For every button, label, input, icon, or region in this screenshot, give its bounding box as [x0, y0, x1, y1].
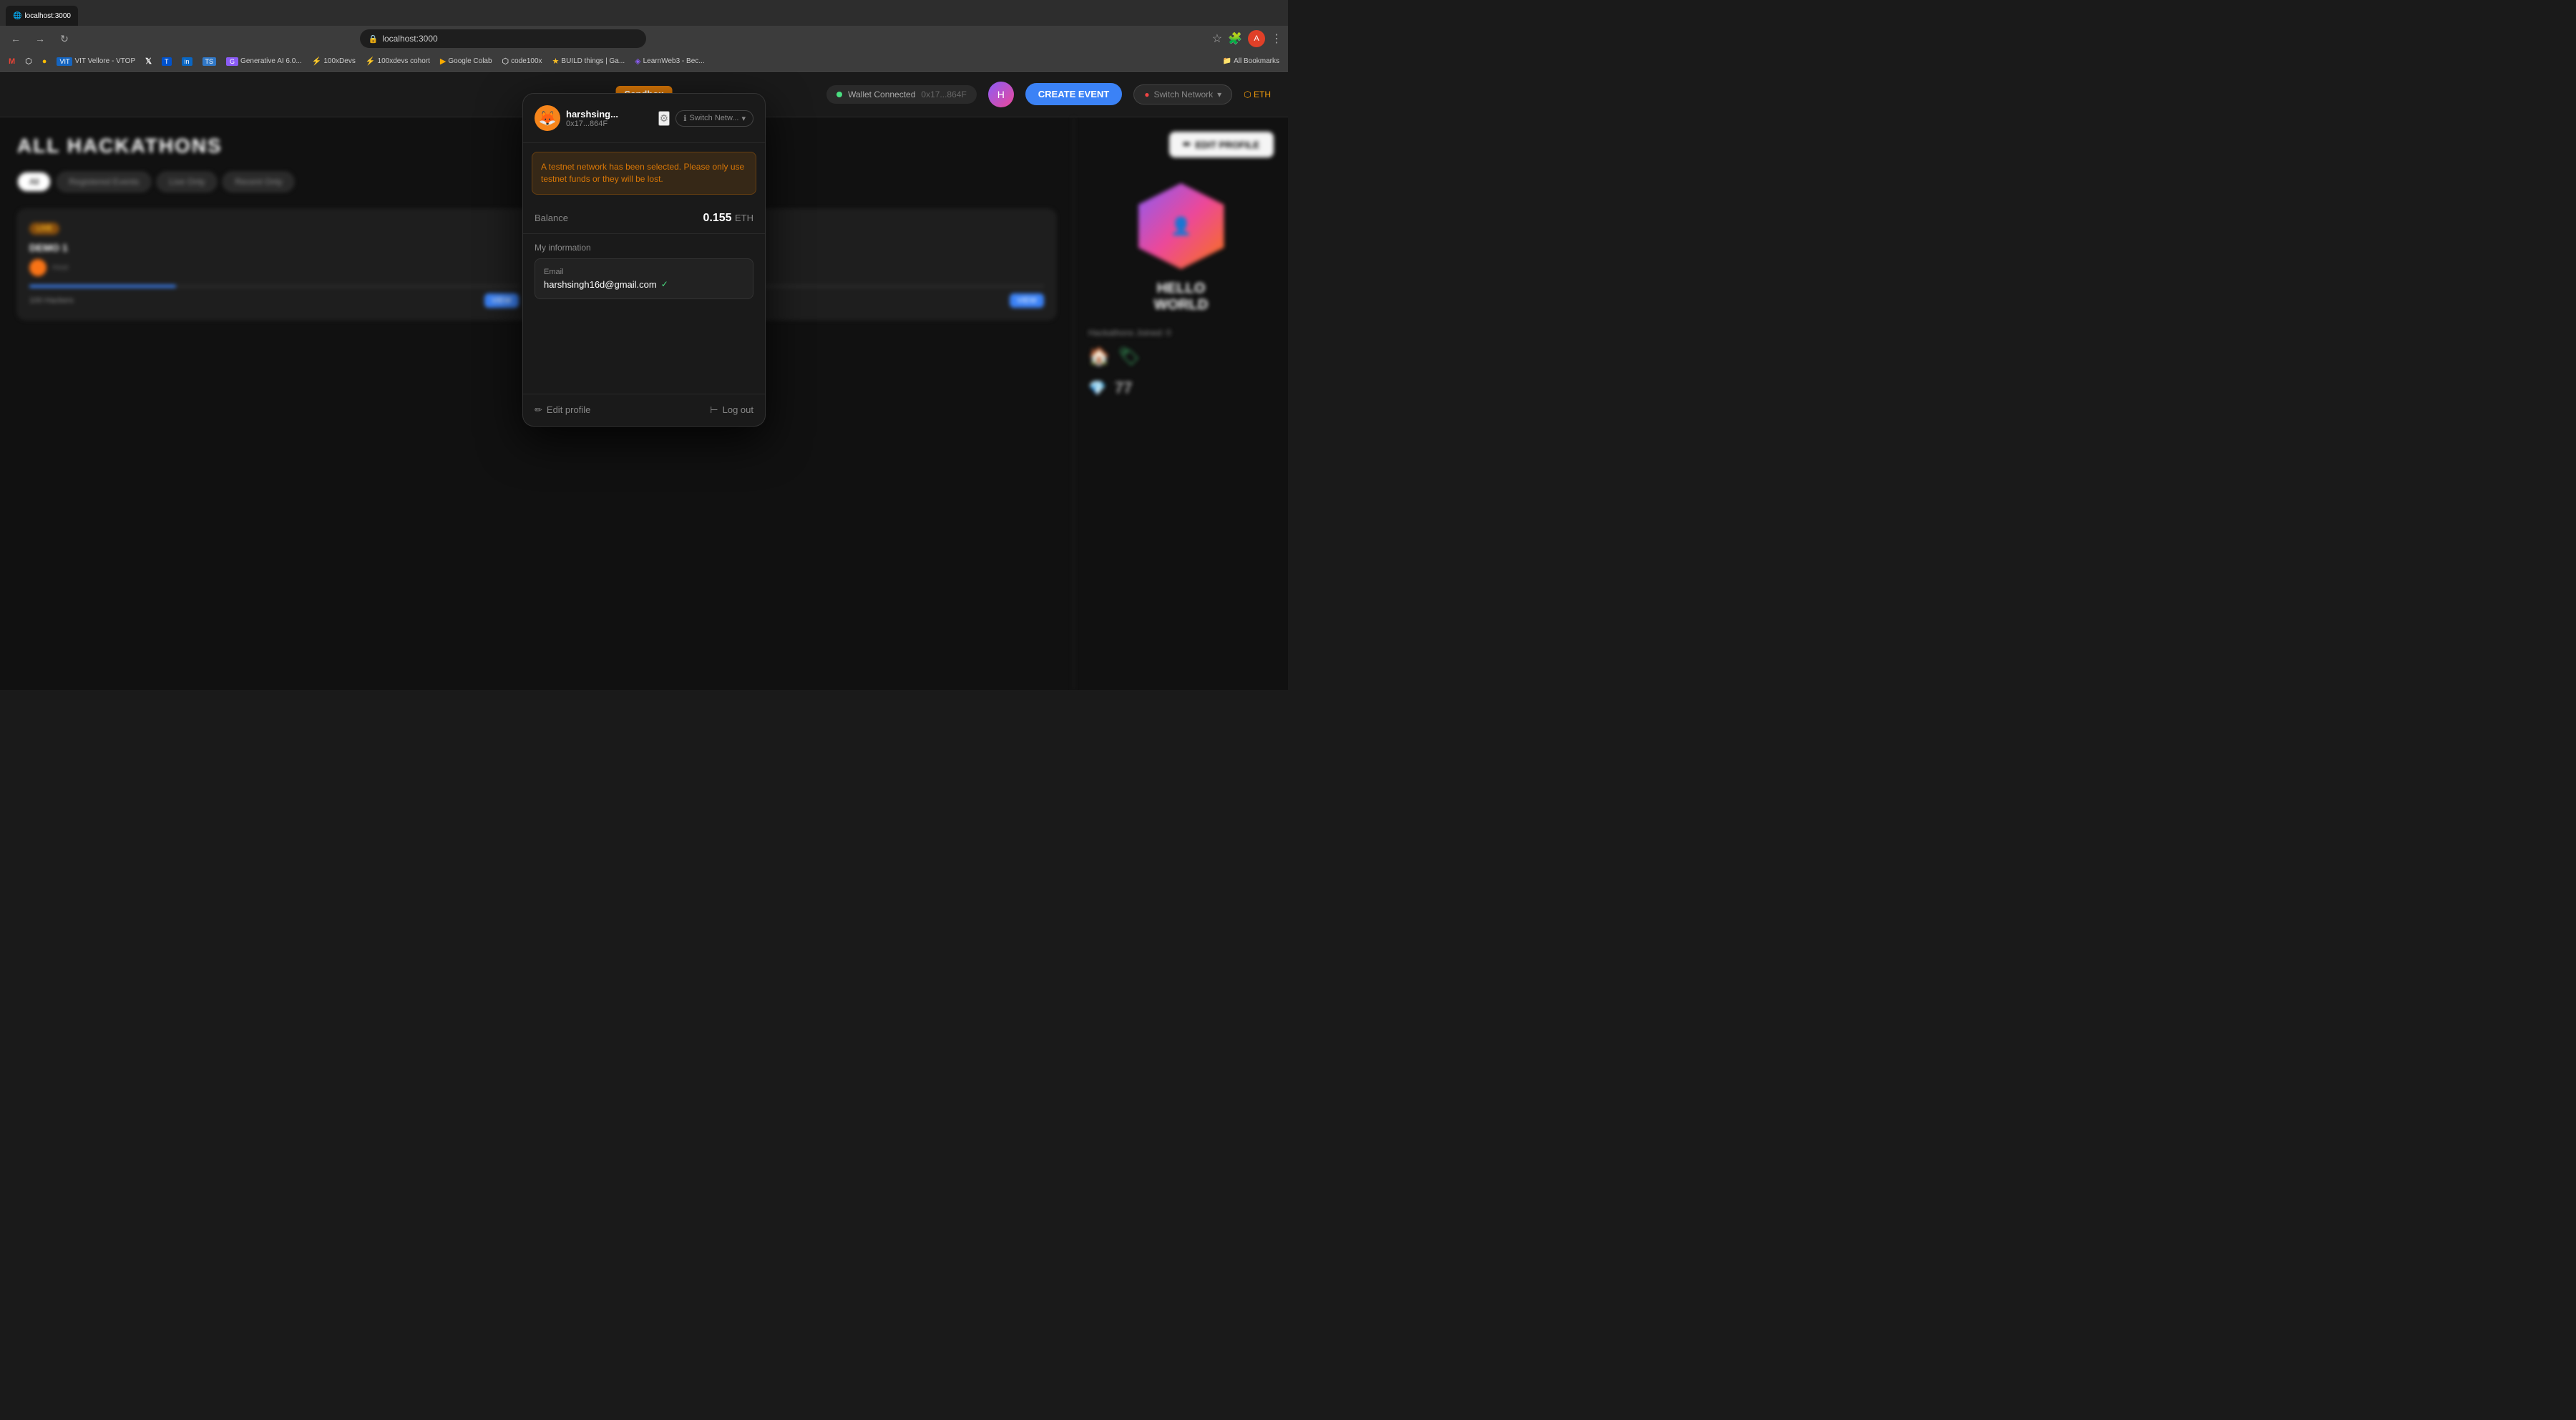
- balance-currency-text: ETH: [735, 213, 753, 223]
- bookmark-gmail[interactable]: M: [6, 56, 18, 67]
- edit-profile-link[interactable]: ✏ Edit profile: [535, 404, 590, 416]
- bookmark-twitter[interactable]: 𝕏: [142, 55, 155, 67]
- tab-label: localhost:3000: [24, 12, 71, 20]
- email-value-row: harshsingh16d@gmail.com ✓: [544, 279, 744, 290]
- browser-toolbar: ← → ↻ 🔒 localhost:3000 ☆ 🧩 A ⋮: [0, 26, 1288, 52]
- all-bookmarks-btn[interactable]: 📁 All Bookmarks: [1220, 56, 1282, 67]
- bookmark-code100x[interactable]: ⬡ code100x: [499, 55, 545, 67]
- bookmark-colab[interactable]: ▶ Google Colab: [437, 55, 495, 67]
- app-content: Wallet Connected 0x17...864F H CREATE EV…: [0, 72, 1288, 690]
- lock-icon: 🔒: [369, 34, 379, 44]
- testnet-warning: A testnet network has been selected. Ple…: [532, 152, 756, 195]
- chevron-down-icon: ▾: [741, 114, 746, 123]
- logout-icon: ⊢: [710, 404, 718, 416]
- account-address: 0x17...864F: [566, 120, 618, 128]
- switch-network-label: Switch Netw...: [689, 114, 738, 122]
- browser-chrome: 🌐 localhost:3000 ← → ↻ 🔒 localhost:3000 …: [0, 0, 1288, 72]
- bookmark-cohort[interactable]: ⚡ 100xdevs cohort: [363, 55, 433, 67]
- bookmark-github[interactable]: ⬡: [22, 55, 35, 67]
- popup-empty-space: [523, 308, 765, 394]
- balance-value: 0.155: [703, 212, 732, 224]
- verified-icon: ✓: [661, 279, 668, 289]
- bookmark-build[interactable]: ★ BUILD things | Ga...: [550, 55, 628, 67]
- bookmark-learnweb3[interactable]: ◈ LearnWeb3 - Bec...: [632, 55, 707, 67]
- refresh-button[interactable]: ↻: [54, 29, 74, 49]
- more-options-icon[interactable]: ⋮: [1271, 31, 1282, 46]
- bookmark-typescript[interactable]: TS: [200, 56, 220, 67]
- pencil-icon: ✏: [535, 404, 542, 416]
- settings-icon-btn[interactable]: ⚙: [658, 111, 670, 126]
- popup-account: 🦊 harshsing... 0x17...864F: [535, 105, 618, 131]
- account-name: harshsing...: [566, 109, 618, 120]
- popup-my-info: My information Email harshsingh16d@gmail…: [523, 234, 765, 308]
- bookmark-bar: M ⬡ ● VIT VIT Vellore - VTOP 𝕏 T in TS G…: [0, 52, 1288, 72]
- forward-button[interactable]: →: [30, 29, 50, 49]
- info-icon: ℹ: [683, 114, 686, 123]
- email-text: harshsingh16d@gmail.com: [544, 279, 657, 290]
- metamask-popup: 🦊 harshsing... 0x17...864F ⚙ ℹ Switch Ne…: [522, 93, 766, 427]
- profile-icon[interactable]: A: [1248, 30, 1265, 47]
- url-text: localhost:3000: [382, 34, 437, 44]
- metamask-overlay: Sandbox 🦊 harshsing... 0x17...864F ⚙ ℹ S…: [0, 72, 1288, 690]
- tab-bar: 🌐 localhost:3000: [0, 0, 1288, 26]
- back-button[interactable]: ←: [6, 29, 26, 49]
- bookmark-linkedin[interactable]: in: [179, 56, 195, 67]
- bookmark-100xdevs[interactable]: ⚡ 100xDevs: [309, 55, 358, 67]
- bookmark-genai[interactable]: G Generative AI 6.0...: [223, 56, 305, 67]
- bookmark-chrome[interactable]: ●: [39, 56, 50, 67]
- bookmark-star-icon[interactable]: ☆: [1212, 31, 1222, 46]
- bookmark-trello[interactable]: T: [159, 56, 175, 67]
- popup-header-actions: ⚙ ℹ Switch Netw... ▾: [658, 110, 753, 127]
- popup-header: 🦊 harshsing... 0x17...864F ⚙ ℹ Switch Ne…: [523, 94, 765, 143]
- metamask-fox-icon: 🦊: [535, 105, 560, 131]
- extensions-icon[interactable]: 🧩: [1228, 31, 1242, 46]
- popup-balance: Balance 0.155 ETH: [523, 203, 765, 234]
- account-details: harshsing... 0x17...864F: [566, 109, 618, 128]
- email-card: Email harshsingh16d@gmail.com ✓: [535, 258, 753, 299]
- address-bar[interactable]: 🔒 localhost:3000: [360, 29, 646, 48]
- logout-link[interactable]: ⊢ Log out: [710, 404, 753, 416]
- email-label: Email: [544, 268, 744, 276]
- my-info-label: My information: [535, 243, 753, 253]
- balance-label: Balance: [535, 213, 568, 223]
- balance-display: 0.155 ETH: [703, 212, 754, 225]
- popup-footer: ✏ Edit profile ⊢ Log out: [523, 394, 765, 426]
- bookmark-vit[interactable]: VIT VIT Vellore - VTOP: [54, 56, 138, 67]
- tab-favicon: 🌐: [13, 12, 21, 20]
- switch-network-button[interactable]: ℹ Switch Netw... ▾: [675, 110, 753, 127]
- active-tab[interactable]: 🌐 localhost:3000: [6, 6, 78, 26]
